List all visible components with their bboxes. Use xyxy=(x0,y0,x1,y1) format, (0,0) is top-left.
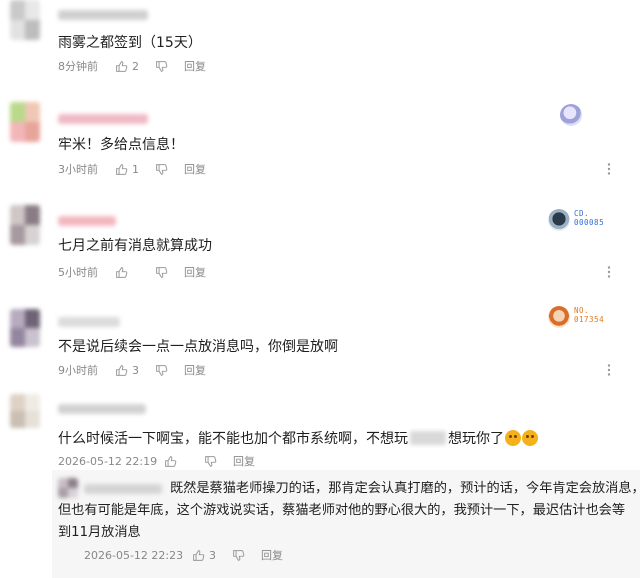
dislike-button[interactable] xyxy=(155,266,184,279)
thumbs-down-icon xyxy=(205,455,217,467)
comment-text: 七月之前有消息就算成功 xyxy=(58,238,212,254)
reply-button[interactable]: 回复 xyxy=(184,161,206,177)
username-blurred[interactable] xyxy=(58,216,116,226)
dislike-button[interactable] xyxy=(155,364,184,377)
username-blurred[interactable] xyxy=(58,404,146,414)
avatar[interactable] xyxy=(10,102,40,142)
comment-time: 9小时前 xyxy=(58,364,98,377)
thumbs-up-icon xyxy=(116,364,128,376)
comment-meta: 5小时前 回复 xyxy=(58,265,206,279)
comment-meta: 9小时前 3 回复 xyxy=(58,362,206,378)
dislike-button[interactable] xyxy=(232,549,261,562)
more-options-icon[interactable] xyxy=(602,363,616,377)
comment-time: 5小时前 xyxy=(58,266,98,279)
thumbs-down-icon xyxy=(156,364,168,376)
like-button[interactable] xyxy=(115,266,155,279)
thumbs-up-icon xyxy=(165,455,177,467)
username-blurred[interactable] xyxy=(84,484,162,494)
fan-badge xyxy=(560,102,590,130)
scream-face-emoji xyxy=(505,430,521,446)
badge-line: 017354 xyxy=(574,315,605,324)
username-blurred[interactable] xyxy=(58,317,120,327)
nested-reply: 既然是蔡猫老师操刀的话，那肯定会认真打磨的，预计的话，今年肯定会放消息， 但也有… xyxy=(52,470,640,578)
comment-text-part: 想玩你了 xyxy=(448,431,504,447)
fan-badge: CD. 000085 xyxy=(548,207,618,235)
character-avatar-icon xyxy=(548,306,570,328)
thumbs-down-icon xyxy=(156,266,168,278)
username-blurred[interactable] xyxy=(58,114,148,124)
comment-meta: 2026-05-12 22:19 回复 xyxy=(58,453,255,469)
reply-button[interactable]: 回复 xyxy=(233,453,255,469)
badge-line: 000085 xyxy=(574,218,605,227)
comment: 牢米！多给点信息！ 3小时前 1 回复 xyxy=(0,100,640,190)
comment: NO. 017354 不是说后续会一点一点放消息吗，你倒是放啊 9小时前 3 回… xyxy=(0,296,640,386)
comment-time: 2026-05-12 22:19 xyxy=(58,454,158,468)
redacted-text xyxy=(410,431,446,445)
like-button[interactable]: 3 xyxy=(192,549,232,562)
avatar[interactable] xyxy=(10,205,40,245)
comment-time: 3小时前 xyxy=(58,163,98,176)
comment-text: 不是说后续会一点一点放消息吗，你倒是放啊 xyxy=(58,339,338,355)
like-count: 1 xyxy=(132,162,139,176)
like-button[interactable]: 3 xyxy=(115,364,155,377)
badge-line: CD. xyxy=(574,209,590,218)
username-blurred[interactable] xyxy=(58,10,148,20)
more-options-icon[interactable] xyxy=(602,265,616,279)
comment: CD. 000085 七月之前有消息就算成功 5小时前 回复 xyxy=(0,200,640,288)
avatar[interactable] xyxy=(10,309,40,347)
like-button[interactable] xyxy=(164,455,204,468)
comment-text: 雨雾之都签到（15天） xyxy=(58,35,202,51)
badge-line: NO. xyxy=(574,306,590,315)
reply-button[interactable]: 回复 xyxy=(261,547,283,563)
reply-button[interactable]: 回复 xyxy=(184,58,206,74)
avatar[interactable] xyxy=(10,0,40,40)
comment-text-part: 什么时候活一下啊宝，能不能也加个都市系统啊，不想玩 xyxy=(58,431,408,447)
thumbs-up-icon xyxy=(193,549,205,561)
comment-text: 牢米！多给点信息！ xyxy=(58,137,184,153)
dislike-button[interactable] xyxy=(204,455,233,468)
like-count: 3 xyxy=(132,363,139,377)
scream-face-emoji xyxy=(522,430,538,446)
like-count: 3 xyxy=(209,548,216,562)
comment: 雨雾之都签到（15天） 8分钟前 2 回复 xyxy=(0,0,640,90)
thumbs-down-icon xyxy=(156,60,168,72)
fan-badge: NO. 017354 xyxy=(548,304,618,332)
comment-text: 什么时候活一下啊宝，能不能也加个都市系统啊，不想玩 想玩你了 xyxy=(58,428,538,450)
reply-button[interactable]: 回复 xyxy=(184,362,206,378)
like-button[interactable]: 2 xyxy=(115,60,155,73)
like-count: 2 xyxy=(132,59,139,73)
character-avatar-icon xyxy=(560,104,582,126)
reply-time: 2026-05-12 22:23 xyxy=(84,548,184,562)
reply-text-line: 到11月放消息 xyxy=(58,525,141,540)
thumbs-down-icon xyxy=(156,163,168,175)
comment-time: 8分钟前 xyxy=(58,60,98,73)
thumbs-up-icon xyxy=(116,163,128,175)
dislike-button[interactable] xyxy=(155,163,184,176)
thumbs-down-icon xyxy=(233,549,245,561)
comment-meta: 8分钟前 2 回复 xyxy=(58,58,206,74)
like-button[interactable]: 1 xyxy=(115,163,155,176)
more-options-icon[interactable] xyxy=(602,162,616,176)
avatar[interactable] xyxy=(10,394,40,428)
dislike-button[interactable] xyxy=(155,60,184,73)
avatar[interactable] xyxy=(58,478,78,498)
character-avatar-icon xyxy=(548,209,570,231)
reply-meta: 2026-05-12 22:23 3 回复 xyxy=(84,547,283,563)
thumbs-up-icon xyxy=(116,266,128,278)
reply-text-line: 既然是蔡猫老师操刀的话，那肯定会认真打磨的，预计的话，今年肯定会放消息， xyxy=(170,481,640,496)
comment-meta: 3小时前 1 回复 xyxy=(58,161,206,177)
comment: 什么时候活一下啊宝，能不能也加个都市系统啊，不想玩 想玩你了 2026-05-12… xyxy=(0,392,640,472)
reply-text-line: 但也有可能是年底，这个游戏说实话，蔡猫老师对他的野心很大的，我预计一下，最迟估计… xyxy=(58,503,626,518)
reply-button[interactable]: 回复 xyxy=(184,264,206,280)
thumbs-up-icon xyxy=(116,60,128,72)
